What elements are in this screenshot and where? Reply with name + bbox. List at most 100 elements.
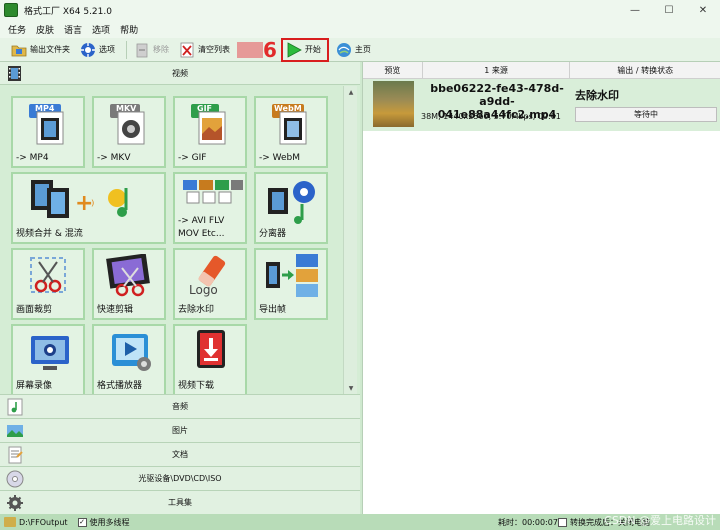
after-done-checkbox[interactable] [558,517,567,527]
options-button[interactable]: 选项 [77,40,118,60]
category-video-header[interactable]: 视频 [0,62,360,85]
tile-crop[interactable]: 画面裁剪 [11,248,85,320]
column-output-status[interactable]: 输出 / 转换状态 [570,62,720,78]
multithread-label: 使用多线程 [89,517,130,527]
tile-splitter[interactable]: 分离器 [254,172,328,244]
tile-merge-mux[interactable]: + ⁾ 视频合并 & 混流 [11,172,166,244]
column-preview[interactable]: 预览 [363,62,423,78]
minimize-button[interactable]: — [618,0,652,20]
function-panel: 视频 MP4 -> MP4 MKV -> MKV GIF -> GIF WebM… [0,62,360,514]
clear-list-label: 清空列表 [198,45,230,54]
tile-label: 画面裁剪 [16,305,53,315]
tile-format-player[interactable]: 格式播放器 [92,324,166,396]
task-list-header: 预览 1 来源 输出 / 转换状态 [363,62,720,79]
category-toolkit[interactable]: 工具集 [0,490,360,514]
category-document[interactable]: 文档 [0,442,360,466]
window-title: 格式工厂 X64 5.21.0 [24,6,112,17]
screen-record-icon [29,334,71,377]
category-audio-label: 音频 [172,402,188,411]
mp4-badge: MP4 [35,104,55,113]
tile-label: 导出帧 [259,305,287,315]
tile-label: 格式播放器 [97,381,143,391]
maximize-button[interactable]: ☐ [652,0,686,20]
clear-list-icon [179,42,195,58]
merge-film-icon: + ⁾ [31,180,151,227]
output-folder-button[interactable]: 输出文件夹 [8,40,73,60]
mkv-badge: MKV [116,104,137,113]
tile-to-avi-flv-mov[interactable]: -> AVI FLV MOV Etc... [173,172,247,244]
start-button[interactable]: 开始 [280,37,329,62]
remove-label: 移除 [153,45,169,54]
watermark-text: CSDN @爱上电路设计 [604,514,716,527]
menu-options[interactable]: 选项 [92,23,110,36]
menu-skin[interactable]: 皮肤 [36,23,54,36]
options-label: 选项 [99,45,115,54]
category-image[interactable]: 图片 [0,418,360,442]
output-folder-label: 输出文件夹 [30,45,70,54]
download-icon [195,330,229,377]
video-thumbnail [373,81,414,127]
tile-to-gif[interactable]: GIF -> GIF [173,96,247,168]
clear-list-button[interactable]: 清空列表 [176,40,233,60]
options-icon [80,42,96,58]
tile-label: -> WebM [259,153,301,163]
window-controls: — ☐ ✕ [618,0,720,20]
tile-label: -> MKV [97,153,131,163]
tile-label: 屏幕录像 [16,381,53,391]
crop-scissors-icon [27,254,71,301]
splitter-icon [268,180,318,227]
category-disc[interactable]: 光驱设备\DVD\CD\ISO [0,466,360,490]
menu-language[interactable]: 语言 [64,23,82,36]
tile-label: 视频合并 & 混流 [16,229,83,239]
elapsed-time: 耗时：00:00:07 [498,517,558,527]
eraser-logo-icon: Logo [187,254,237,301]
tile-video-download[interactable]: 视频下载 [173,324,247,396]
picture-icon [6,422,24,440]
close-button[interactable]: ✕ [686,0,720,20]
tile-export-frames[interactable]: 导出帧 [254,248,328,320]
remove-icon [134,42,150,58]
tile-label-line1: -> AVI FLV [178,216,225,226]
task-status-badge: 等待中 [575,107,717,122]
title-bar: 格式工厂 X64 5.21.0 — ☐ ✕ [0,0,720,20]
toolbar: 输出文件夹 选项 移除 清空列表 6 开始 主页 [0,37,720,62]
home-icon [336,42,352,58]
tile-quick-clip[interactable]: 快速剪辑 [92,248,166,320]
folder-icon [4,517,16,527]
category-audio[interactable]: 音频 [0,394,360,418]
tile-to-mp4[interactable]: MP4 -> MP4 [11,96,85,168]
menu-help[interactable]: 帮助 [120,23,138,36]
home-label: 主页 [354,45,371,54]
multithread-checkbox[interactable]: ✓ [77,517,87,527]
tile-label: 快速剪辑 [97,305,134,315]
tile-screen-record[interactable]: 屏幕录像 [11,324,85,396]
tile-to-webm[interactable]: WebM -> WebM [254,96,328,168]
disc-icon [6,470,24,488]
home-button[interactable]: 主页 [333,40,374,60]
remove-button[interactable]: 移除 [131,40,172,60]
tile-label-line2: MOV Etc... [178,229,225,239]
output-folder-path[interactable]: D:\FFOutput [19,518,68,527]
scroll-down-arrow-icon[interactable]: ▼ [344,382,358,394]
tile-label: -> MP4 [16,153,49,163]
column-source[interactable]: 1 来源 [423,62,571,78]
webm-badge: WebM [274,104,302,113]
menu-task[interactable]: 任务 [8,23,26,36]
tile-label: 分离器 [259,229,287,239]
tile-remove-watermark[interactable]: Logo 去除水印 [173,248,247,320]
scroll-up-arrow-icon[interactable]: ▲ [344,86,358,98]
svg-text:⁾: ⁾ [91,198,94,214]
tile-to-mkv[interactable]: MKV -> MKV [92,96,166,168]
tile-label: -> GIF [178,153,207,163]
export-frames-icon [266,254,320,301]
menu-bar: 任务 皮肤 语言 选项 帮助 [0,20,720,38]
task-row[interactable]: bbe06222-fe43-478d-a9dd-041e88a44fc2.mp4… [363,79,720,131]
task-list-panel: 预览 1 来源 输出 / 转换状态 bbe06222-fe43-478d-a9d… [362,62,720,514]
film-strip-icon [6,65,23,82]
tools-scrollbar[interactable]: ▲ ▼ [343,86,357,394]
task-file-info: 38M, 1440x2560, 5.70Mbps, 00:01 [421,112,561,121]
category-image-label: 图片 [172,426,188,435]
category-toolkit-label: 工具集 [168,498,192,507]
document-icon [6,446,24,464]
folder-icon [11,42,27,58]
